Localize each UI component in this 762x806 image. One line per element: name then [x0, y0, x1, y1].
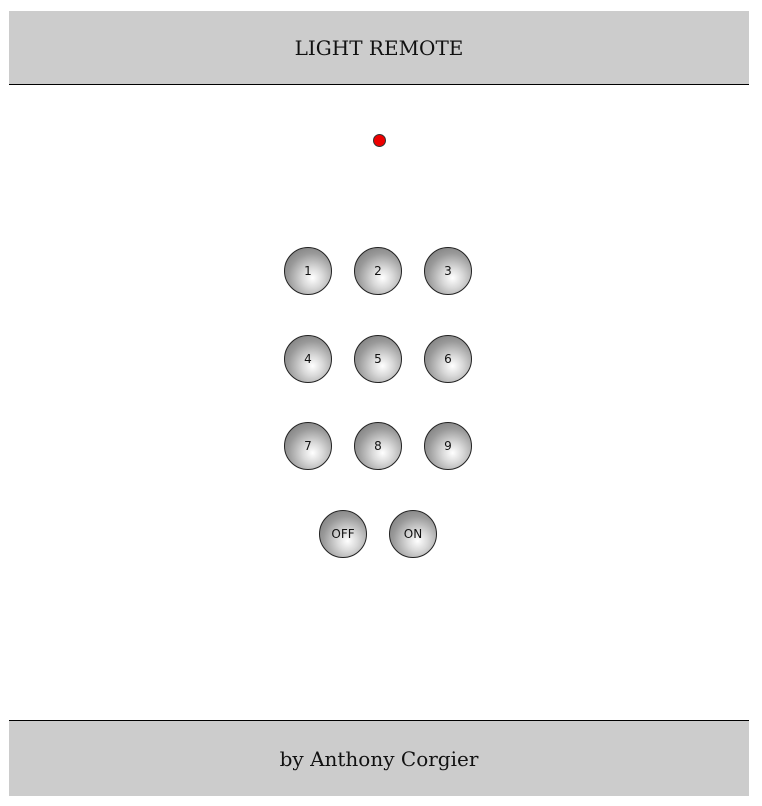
key-label: 2 [374, 264, 382, 278]
key-label: 1 [304, 264, 312, 278]
key-label: 3 [444, 264, 452, 278]
key-5-button[interactable]: 5 [354, 335, 402, 383]
key-7-button[interactable]: 7 [284, 422, 332, 470]
on-button[interactable]: ON [389, 510, 437, 558]
power-indicator-light [373, 134, 386, 147]
on-label: ON [403, 527, 423, 541]
page-header: LIGHT REMOTE [9, 11, 749, 85]
remote-page: LIGHT REMOTE 1 2 3 4 5 6 7 8 9 OFF ON by… [9, 11, 749, 796]
key-9-button[interactable]: 9 [424, 422, 472, 470]
page-footer: by Anthony Corgier [9, 720, 749, 796]
key-1-button[interactable]: 1 [284, 247, 332, 295]
key-label: 7 [304, 439, 312, 453]
off-label: OFF [331, 527, 355, 541]
key-label: 4 [304, 352, 312, 366]
key-8-button[interactable]: 8 [354, 422, 402, 470]
page-title: LIGHT REMOTE [294, 35, 464, 60]
key-4-button[interactable]: 4 [284, 335, 332, 383]
key-6-button[interactable]: 6 [424, 335, 472, 383]
key-2-button[interactable]: 2 [354, 247, 402, 295]
off-button[interactable]: OFF [319, 510, 367, 558]
key-label: 8 [374, 439, 382, 453]
key-3-button[interactable]: 3 [424, 247, 472, 295]
key-label: 6 [444, 352, 452, 366]
key-label: 5 [374, 352, 382, 366]
author-credit: by Anthony Corgier [279, 746, 479, 771]
key-label: 9 [444, 439, 452, 453]
